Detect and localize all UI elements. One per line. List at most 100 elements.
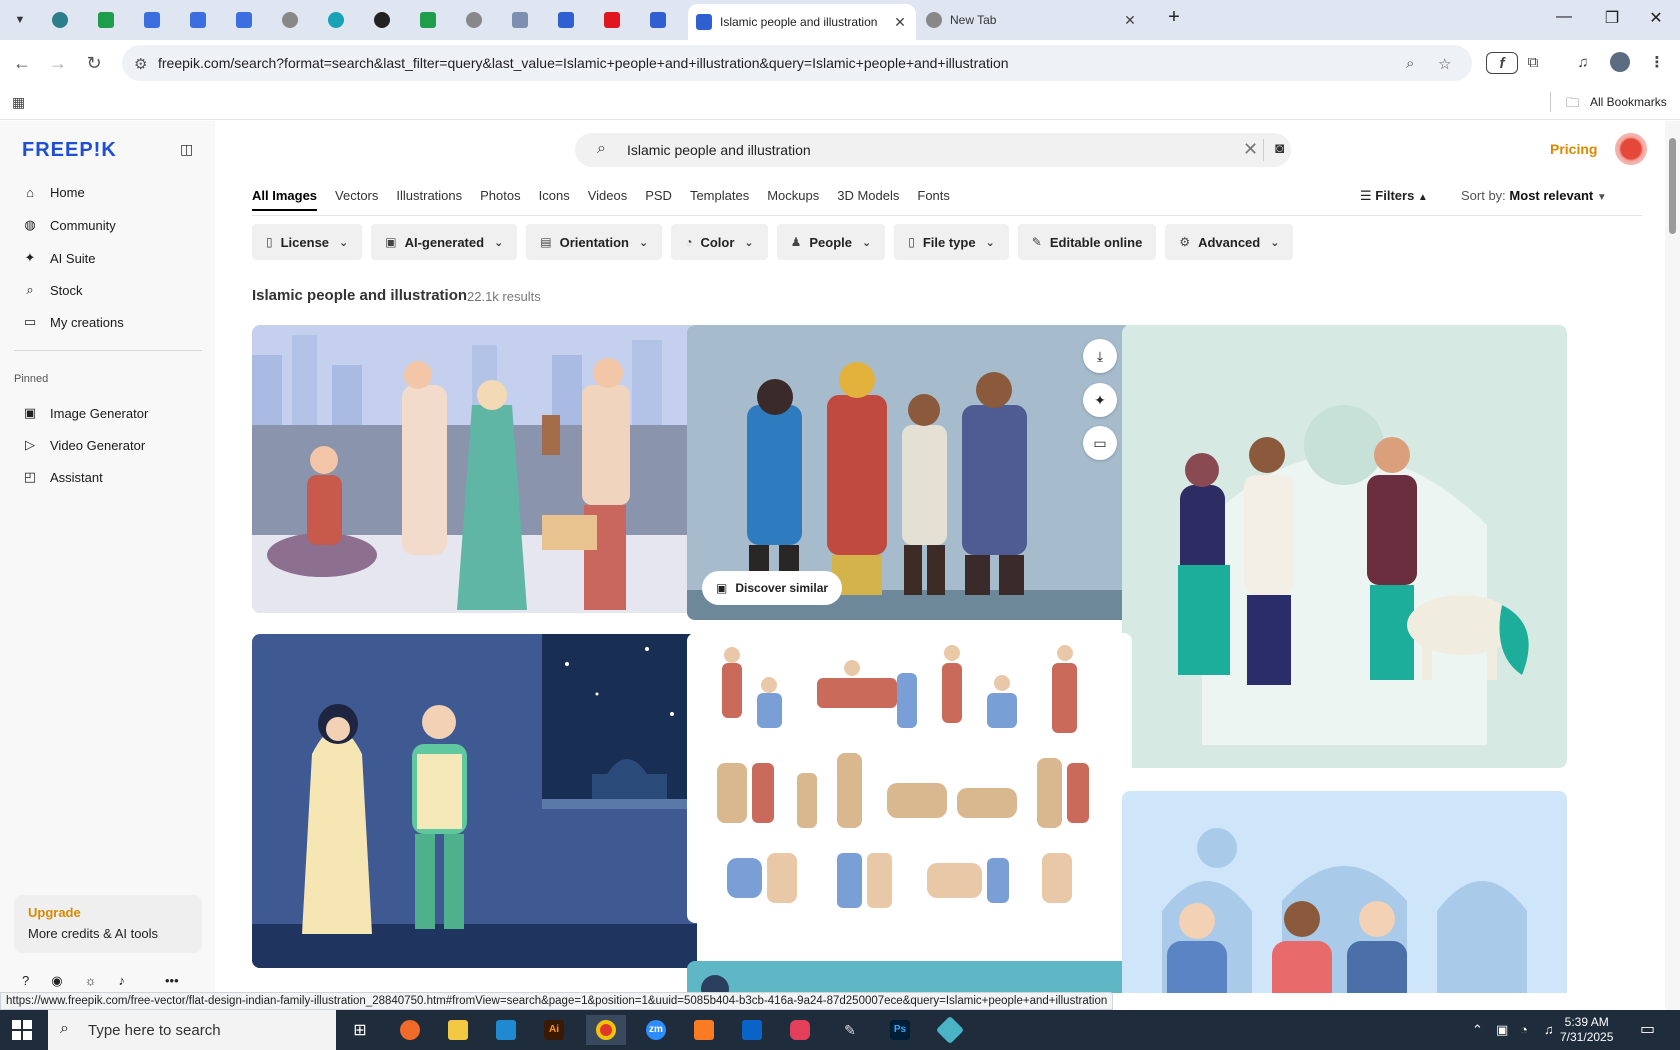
tab-pinned-9[interactable]	[412, 6, 444, 34]
taskbar-vscode[interactable]	[486, 1015, 526, 1045]
tab-active[interactable]: Islamic people and illustration ✕	[688, 4, 916, 40]
taskbar-chrome[interactable]	[586, 1015, 626, 1045]
filters-toggle[interactable]: ☰ Filters ▲	[1360, 188, 1428, 204]
sidebar-item-ai-suite[interactable]: ✦ AI Suite	[22, 250, 96, 266]
taskbar-pen-tool[interactable]: ✎	[830, 1015, 870, 1045]
close-icon[interactable]: ✕	[892, 14, 908, 31]
taskbar-search[interactable]: ⌕ Type here to search	[48, 1010, 336, 1050]
tray-network-app-icon[interactable]: ▣	[1496, 1022, 1508, 1038]
taskbar-xampp[interactable]	[684, 1015, 724, 1045]
all-bookmarks-link[interactable]: All Bookmarks	[1590, 95, 1667, 109]
tab-fonts[interactable]: Fonts	[917, 188, 950, 211]
wifi-icon[interactable]: ◔	[1520, 1022, 1528, 1037]
discord-icon[interactable]: ◉	[51, 973, 62, 989]
result-card-eid-goat[interactable]	[1122, 325, 1567, 768]
tab-pinned-13[interactable]	[596, 6, 628, 34]
taskbar-creative-cloud[interactable]	[780, 1015, 820, 1045]
taskbar-explorer[interactable]	[438, 1015, 478, 1045]
freepik-logo[interactable]: FREEP!K	[22, 139, 117, 162]
notification-center-icon[interactable]: ▭	[1640, 1019, 1655, 1039]
tab-mockups[interactable]: Mockups	[767, 188, 819, 211]
taskbar-app-gem[interactable]	[930, 1015, 970, 1045]
window-close-button[interactable]: ✕	[1636, 8, 1676, 28]
search-input[interactable]: Islamic people and illustration	[627, 142, 811, 158]
volume-icon[interactable]: ♫	[1544, 1022, 1554, 1037]
chip-editable-online[interactable]: ✎ Editable online	[1017, 224, 1157, 260]
task-view-button[interactable]: ⊞	[340, 1015, 380, 1045]
tab-pinned-14[interactable]	[642, 6, 674, 34]
extensions-puzzle-icon[interactable]: ⧉	[1522, 52, 1544, 74]
tray-overflow-icon[interactable]: ⌃	[1472, 1022, 1483, 1038]
help-icon[interactable]: ?	[22, 973, 29, 989]
tab-illustrations[interactable]: Illustrations	[396, 188, 462, 211]
sidebar-item-community[interactable]: ◍ Community	[22, 217, 115, 233]
windows-start-icon[interactable]	[12, 1020, 32, 1040]
clear-search-icon[interactable]: ✕	[1243, 139, 1258, 160]
extension-f-icon[interactable]: f	[1486, 52, 1518, 74]
result-card-charity[interactable]	[252, 325, 697, 613]
chip-license[interactable]: ▯ License ⌄	[252, 224, 363, 260]
zoom-icon[interactable]: ⌕	[1406, 55, 1414, 72]
minimize-button[interactable]: —	[1544, 8, 1584, 26]
chip-file-type[interactable]: ▯ File type ⌄	[894, 224, 1009, 260]
tab-search-button[interactable]: ▼	[4, 6, 36, 34]
chip-orientation[interactable]: ▤ Orientation ⌄	[526, 224, 663, 260]
tab-pinned-8[interactable]	[366, 6, 398, 34]
tab-psd[interactable]: PSD	[645, 188, 672, 211]
bookmark-star-icon[interactable]: ☆	[1438, 55, 1451, 73]
sort-dropdown[interactable]: Sort by: Most relevant ▼	[1461, 188, 1607, 203]
ai-edit-button[interactable]: ✦	[1083, 383, 1117, 417]
sidebar-item-stock[interactable]: ⌕ Stock	[22, 282, 82, 298]
taskbar-photoshop[interactable]: Ps	[880, 1015, 920, 1045]
collapse-sidebar-icon[interactable]: ◫	[180, 141, 193, 158]
chip-people[interactable]: ♟ People ⌄	[776, 224, 886, 260]
tab-icons[interactable]: Icons	[539, 188, 570, 211]
result-card-people-set[interactable]	[687, 633, 1132, 923]
close-icon[interactable]: ✕	[1122, 12, 1138, 29]
tab-vectors[interactable]: Vectors	[335, 188, 378, 211]
restore-button[interactable]: ❐	[1592, 8, 1632, 28]
user-avatar[interactable]	[1615, 133, 1647, 165]
browser-menu-icon[interactable]: ⋮	[1646, 52, 1668, 74]
tab-pinned-4[interactable]	[182, 6, 214, 34]
scrollbar-thumb[interactable]	[1669, 138, 1676, 234]
tab-templates[interactable]: Templates	[690, 188, 749, 211]
camera-search-icon[interactable]: ◙	[1275, 140, 1284, 157]
tab-pinned-6[interactable]	[274, 6, 306, 34]
sidebar-item-my-creations[interactable]: ▭ My creations	[22, 314, 124, 330]
tab-3d-models[interactable]: 3D Models	[837, 188, 899, 211]
tab-pinned-10[interactable]	[458, 6, 490, 34]
tab-new-tab[interactable]: New Tab ✕	[918, 4, 1146, 36]
tab-videos[interactable]: Videos	[588, 188, 628, 211]
page-scrollbar[interactable]	[1665, 121, 1680, 1010]
apps-grid-icon[interactable]: ▦	[12, 94, 25, 111]
tab-pinned-11[interactable]	[504, 6, 536, 34]
sidebar-item-image-generator[interactable]: ▣ Image Generator	[22, 405, 148, 421]
result-card-partial-teal[interactable]	[687, 961, 1132, 993]
taskbar-clock[interactable]: 5:39 AM 7/31/2025	[1560, 1015, 1613, 1045]
site-info-icon[interactable]: ⚙	[134, 55, 147, 73]
tab-pinned-5[interactable]	[228, 6, 260, 34]
upgrade-card[interactable]: Upgrade More credits & AI tools	[14, 895, 202, 953]
new-tab-button[interactable]: +	[1154, 6, 1194, 29]
tab-pinned-12[interactable]	[550, 6, 582, 34]
save-to-collection-button[interactable]: ▭	[1083, 426, 1117, 460]
tab-pinned-7[interactable]	[320, 6, 352, 34]
result-card-mosque-men[interactable]	[1122, 791, 1567, 993]
discover-similar-button[interactable]: ▣ Discover similar	[702, 571, 843, 605]
result-card-prayer[interactable]	[252, 634, 697, 968]
tab-pinned-2[interactable]	[90, 6, 122, 34]
taskbar-outlook[interactable]	[732, 1015, 772, 1045]
tab-photos[interactable]: Photos	[480, 188, 520, 211]
more-icon[interactable]: •••	[165, 973, 179, 989]
taskbar-firefox[interactable]	[390, 1015, 430, 1045]
download-button[interactable]: ⤓	[1083, 339, 1117, 373]
sidebar-item-home[interactable]: ⌂ Home	[22, 185, 85, 200]
notifications-bell-icon[interactable]: ♪	[119, 973, 126, 989]
tab-pinned-3[interactable]	[136, 6, 168, 34]
sidebar-item-video-generator[interactable]: ▷ Video Generator	[22, 437, 145, 453]
media-controls-icon[interactable]: ♫	[1572, 52, 1594, 74]
tab-pinned-1[interactable]	[44, 6, 76, 34]
chip-ai-generated[interactable]: ▣ AI-generated ⌄	[371, 224, 518, 260]
sidebar-item-assistant[interactable]: ◰ Assistant	[22, 469, 103, 485]
